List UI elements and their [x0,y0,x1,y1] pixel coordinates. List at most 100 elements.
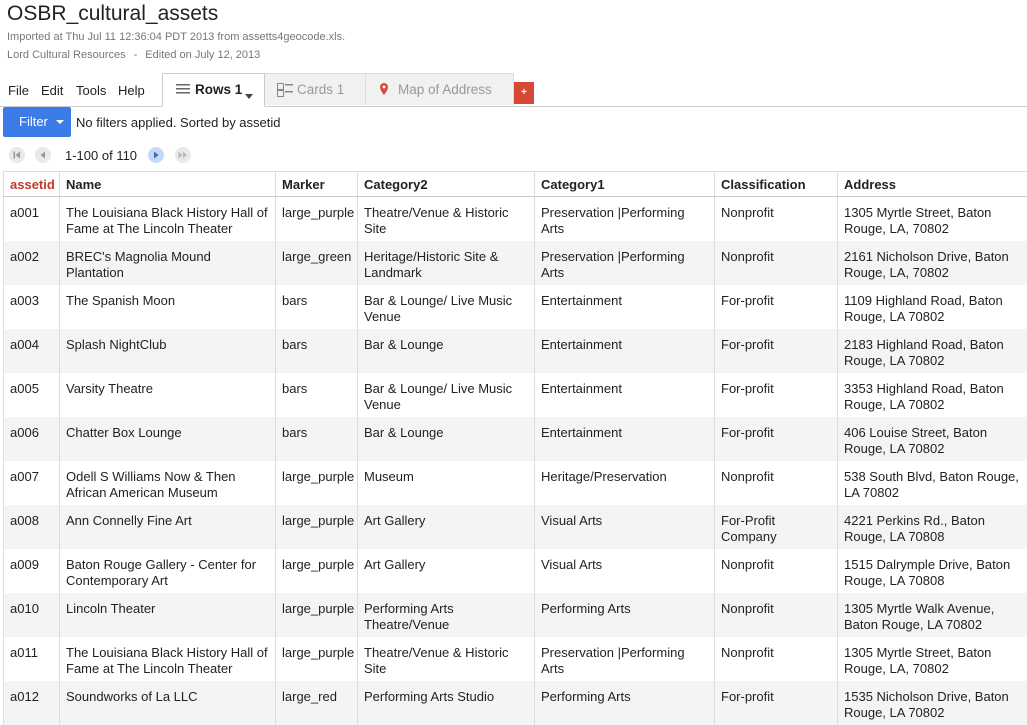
menu-file[interactable]: File [8,83,29,98]
menu-tools[interactable]: Tools [76,83,106,98]
table-row[interactable]: a007Odell S Williams Now & Then African … [4,461,1027,505]
last-page-button[interactable] [175,147,191,163]
table-row[interactable]: a004Splash NightClubbarsBar & LoungeEnte… [4,329,1027,373]
cell-assetid[interactable]: a006 [4,417,60,461]
table-row[interactable]: a010Lincoln Theaterlarge_purplePerformin… [4,593,1027,637]
column-header-category1[interactable]: Category1 [535,172,715,197]
column-header-address[interactable]: Address [838,172,1027,197]
table-row[interactable]: a006Chatter Box LoungebarsBar & LoungeEn… [4,417,1027,461]
table-row[interactable]: a012Soundworks of La LLClarge_redPerform… [4,681,1027,725]
cell-address[interactable]: 1109 Highland Road, Baton Rouge, LA 7080… [838,285,1027,329]
cell-marker[interactable]: large_purple [276,593,358,637]
cell-category1[interactable]: Performing Arts [535,681,715,725]
cell-category2[interactable]: Performing Arts Studio [358,681,535,725]
cell-category1[interactable]: Performing Arts [535,593,715,637]
cell-name[interactable]: The Louisiana Black History Hall of Fame… [60,637,276,681]
cell-address[interactable]: 1305 Myrtle Walk Avenue, Baton Rouge, LA… [838,593,1027,637]
cell-name[interactable]: Lincoln Theater [60,593,276,637]
cell-category1[interactable]: Visual Arts [535,505,715,549]
cell-category2[interactable]: Bar & Lounge/ Live Music Venue [358,373,535,417]
menu-edit[interactable]: Edit [41,83,63,98]
cell-classification[interactable]: Nonprofit [715,637,838,681]
table-row[interactable]: a002BREC's Magnolia Mound Plantationlarg… [4,241,1027,285]
chevron-down-icon[interactable] [245,87,253,102]
cell-marker[interactable]: large_purple [276,461,358,505]
cell-address[interactable]: 4221 Perkins Rd., Baton Rouge, LA 70808 [838,505,1027,549]
cell-marker[interactable]: large_purple [276,637,358,681]
cell-category1[interactable]: Entertainment [535,329,715,373]
cell-address[interactable]: 3353 Highland Road, Baton Rouge, LA 7080… [838,373,1027,417]
cell-assetid[interactable]: a008 [4,505,60,549]
cell-category2[interactable]: Bar & Lounge [358,329,535,373]
cell-marker[interactable]: bars [276,285,358,329]
cell-marker[interactable]: large_purple [276,549,358,593]
cell-category2[interactable]: Bar & Lounge [358,417,535,461]
cell-category1[interactable]: Preservation |Performing Arts [535,637,715,681]
cell-assetid[interactable]: a005 [4,373,60,417]
cell-name[interactable]: Baton Rouge Gallery - Center for Contemp… [60,549,276,593]
cell-category2[interactable]: Museum [358,461,535,505]
tab-cards[interactable]: Cards 1 [265,73,366,105]
cell-category2[interactable]: Performing Arts Theatre/Venue [358,593,535,637]
next-page-button[interactable] [148,147,164,163]
add-tab-button[interactable]: + [514,82,534,104]
cell-name[interactable]: Soundworks of La LLC [60,681,276,725]
cell-category1[interactable]: Entertainment [535,373,715,417]
prev-page-button[interactable] [35,147,51,163]
cell-name[interactable]: Ann Connelly Fine Art [60,505,276,549]
cell-name[interactable]: Splash NightClub [60,329,276,373]
cell-address[interactable]: 1535 Nicholson Drive, Baton Rouge, LA 70… [838,681,1027,725]
cell-marker[interactable]: large_green [276,241,358,285]
cell-category1[interactable]: Visual Arts [535,549,715,593]
cell-classification[interactable]: Nonprofit [715,549,838,593]
cell-name[interactable]: Varsity Theatre [60,373,276,417]
cell-category1[interactable]: Heritage/Preservation [535,461,715,505]
cell-assetid[interactable]: a012 [4,681,60,725]
first-page-button[interactable] [9,147,25,163]
cell-assetid[interactable]: a004 [4,329,60,373]
cell-name[interactable]: Chatter Box Lounge [60,417,276,461]
cell-assetid[interactable]: a009 [4,549,60,593]
cell-assetid[interactable]: a001 [4,197,60,241]
cell-classification[interactable]: For-profit [715,373,838,417]
cell-category2[interactable]: Theatre/Venue & Historic Site [358,637,535,681]
cell-name[interactable]: BREC's Magnolia Mound Plantation [60,241,276,285]
cell-category2[interactable]: Heritage/Historic Site & Landmark [358,241,535,285]
cell-marker[interactable]: large_purple [276,197,358,241]
cell-assetid[interactable]: a003 [4,285,60,329]
filter-button[interactable]: Filter [3,107,71,137]
cell-address[interactable]: 1305 Myrtle Street, Baton Rouge, LA, 708… [838,197,1027,241]
cell-marker[interactable]: large_purple [276,505,358,549]
cell-category2[interactable]: Art Gallery [358,505,535,549]
cell-marker[interactable]: bars [276,417,358,461]
cell-marker[interactable]: bars [276,329,358,373]
cell-category1[interactable]: Entertainment [535,285,715,329]
tab-map[interactable]: Map of Address [366,73,514,105]
table-row[interactable]: a011The Louisiana Black History Hall of … [4,637,1027,681]
column-header-category2[interactable]: Category2 [358,172,535,197]
cell-classification[interactable]: Nonprofit [715,241,838,285]
cell-name[interactable]: Odell S Williams Now & Then African Amer… [60,461,276,505]
cell-classification[interactable]: For-Profit Company [715,505,838,549]
cell-name[interactable]: The Spanish Moon [60,285,276,329]
cell-category2[interactable]: Theatre/Venue & Historic Site [358,197,535,241]
cell-category2[interactable]: Bar & Lounge/ Live Music Venue [358,285,535,329]
table-row[interactable]: a008Ann Connelly Fine Artlarge_purpleArt… [4,505,1027,549]
cell-classification[interactable]: Nonprofit [715,593,838,637]
cell-classification[interactable]: For-profit [715,285,838,329]
column-header-assetid[interactable]: assetid [4,172,60,197]
cell-assetid[interactable]: a007 [4,461,60,505]
cell-assetid[interactable]: a002 [4,241,60,285]
cell-address[interactable]: 2183 Highland Road, Baton Rouge, LA 7080… [838,329,1027,373]
table-row[interactable]: a005Varsity TheatrebarsBar & Lounge/ Liv… [4,373,1027,417]
cell-address[interactable]: 2161 Nicholson Drive, Baton Rouge, LA, 7… [838,241,1027,285]
column-header-name[interactable]: Name [60,172,276,197]
cell-classification[interactable]: For-profit [715,329,838,373]
cell-marker[interactable]: large_red [276,681,358,725]
cell-classification[interactable]: Nonprofit [715,197,838,241]
cell-classification[interactable]: Nonprofit [715,461,838,505]
table-row[interactable]: a009Baton Rouge Gallery - Center for Con… [4,549,1027,593]
table-row[interactable]: a001The Louisiana Black History Hall of … [4,197,1027,241]
cell-category2[interactable]: Art Gallery [358,549,535,593]
tab-rows[interactable]: Rows 1 [162,73,265,107]
